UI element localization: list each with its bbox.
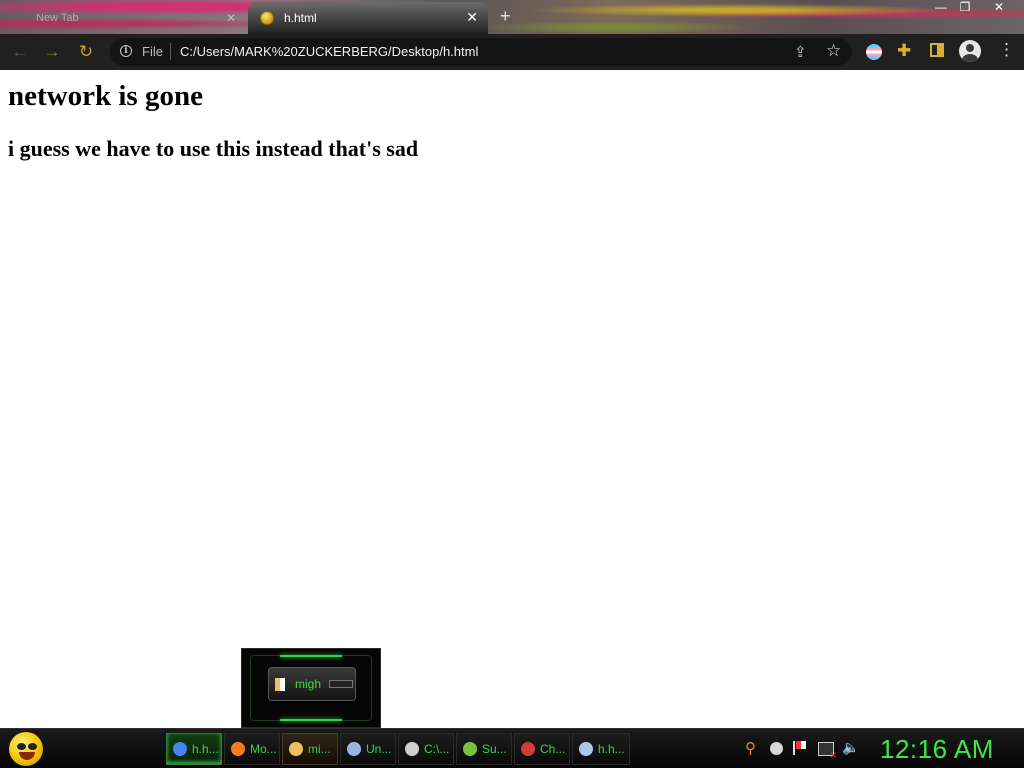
close-window-icon[interactable]: ✕ [986, 0, 1012, 14]
taskbar-button-label: Un... [366, 742, 392, 756]
taskbar-button-label: C:\... [424, 742, 450, 756]
info-icon[interactable]: i [120, 45, 132, 57]
address-bar[interactable]: i File C:/Users/MARK%20ZUCKERBERG/Deskto… [110, 38, 852, 66]
new-tab-button[interactable]: + [500, 6, 511, 26]
taskbar-button[interactable]: Ch... [514, 733, 570, 765]
back-arrow-icon[interactable]: ← [10, 42, 30, 62]
close-icon[interactable]: ✕ [466, 9, 478, 26]
page-content: network is gone i guess we have to use t… [0, 70, 1024, 728]
taskbar-button-label: Ch... [540, 742, 566, 756]
taskbar-button[interactable]: h.h... [166, 733, 222, 765]
taskbar-button[interactable]: Su... [456, 733, 512, 765]
notepad-icon [289, 742, 303, 756]
paint-icon [347, 742, 361, 756]
minimize-icon[interactable]: — [928, 0, 954, 14]
notepad-icon [579, 742, 593, 756]
tab-h-html[interactable]: h.html ✕ [248, 2, 488, 34]
notepad-icon [275, 677, 285, 691]
volume-icon[interactable]: 🔈 [842, 739, 859, 756]
chat-icon [521, 742, 535, 756]
page-subheading: i guess we have to use this instead that… [8, 136, 419, 161]
taskbar-button-label: Mo... [250, 742, 277, 756]
taskbar-button-label: h.h... [598, 742, 625, 756]
star-icon[interactable]: ☆ [826, 41, 841, 61]
search-icon[interactable]: ⚲ [745, 739, 756, 757]
divider [170, 43, 171, 60]
taskbar-button-label: h.h... [192, 742, 219, 756]
taskbar-button[interactable]: Mo... [224, 733, 280, 765]
thumbnail-bar [329, 680, 354, 688]
forward-arrow-icon[interactable]: → [42, 42, 62, 62]
taskbar-button[interactable]: h.h... [572, 733, 630, 765]
start-button[interactable] [6, 731, 48, 767]
messenger-icon[interactable] [770, 742, 783, 755]
tab-title: h.html [284, 11, 317, 25]
taskbar-button[interactable]: C:\... [398, 733, 454, 765]
network-disconnected-icon[interactable] [818, 742, 837, 761]
puzzle-icon[interactable]: ✚ [897, 41, 911, 61]
kebab-menu-icon[interactable]: ⋮ [998, 41, 1015, 59]
url-text[interactable]: C:/Users/MARK%20ZUCKERBERG/Desktop/h.htm… [180, 44, 478, 59]
favicon-icon [260, 11, 274, 25]
taskbar-thumbnail-preview[interactable]: migh [241, 648, 381, 728]
tab-strip: New Tab ✕ h.html ✕ + — ❐ ✕ [0, 0, 1024, 34]
7zip-icon [405, 742, 419, 756]
chrome-icon [173, 742, 187, 756]
firefox-icon [231, 742, 245, 756]
close-icon[interactable]: ✕ [226, 11, 236, 25]
thumbnail-label: migh [295, 677, 322, 691]
restore-icon[interactable]: ❐ [952, 0, 978, 14]
taskbar-button[interactable]: mi... [282, 733, 338, 765]
taskbar-button-label: Su... [482, 742, 507, 756]
page-heading: network is gone [8, 80, 203, 112]
side-panel-icon[interactable] [930, 43, 944, 57]
glow-line [280, 719, 342, 721]
sumatra-icon [463, 742, 477, 756]
taskbar: h.h... Mo... mi... Un... C:\... Su... Ch... h.h… [0, 728, 1024, 768]
clock[interactable]: 12:16 AM [880, 734, 994, 765]
browser-toolbar: ← → ↻ i File C:/Users/MARK%20ZUCKERBERG/… [0, 34, 1024, 70]
scheme-label: File [142, 44, 163, 59]
taskbar-button-label: mi... [308, 742, 331, 756]
tab-title: New Tab [36, 12, 79, 24]
avatar-icon[interactable] [959, 40, 981, 62]
share-icon[interactable]: ⇪ [794, 43, 807, 61]
flag-extension-icon[interactable] [866, 44, 882, 60]
action-center-flag-icon[interactable] [793, 741, 807, 755]
taskbar-button[interactable]: Un... [340, 733, 396, 765]
glow-line [280, 655, 342, 657]
reload-icon[interactable]: ↻ [76, 42, 96, 62]
smiley-icon [9, 732, 43, 766]
tab-new-tab[interactable]: New Tab ✕ [0, 2, 248, 34]
thumbnail-window[interactable]: migh [268, 667, 356, 701]
